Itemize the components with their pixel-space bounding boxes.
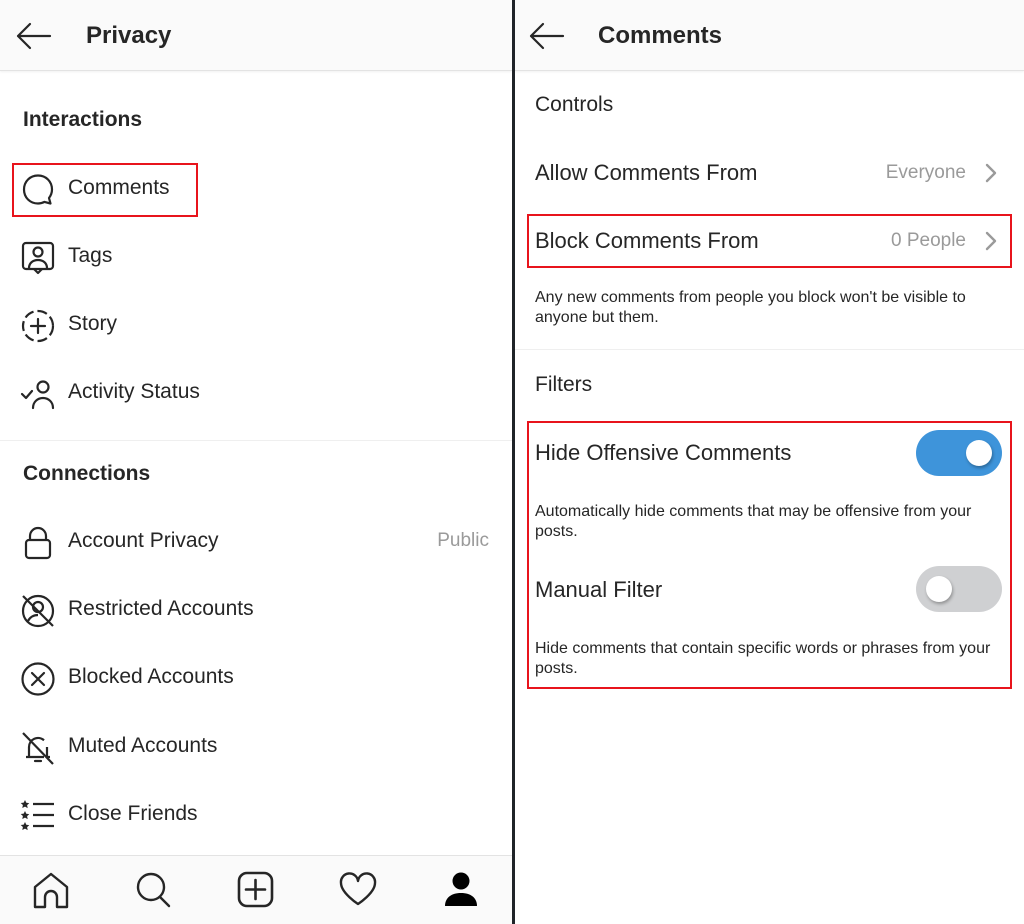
comments-screen: Comments Controls Allow Comments From Ev… [515,0,1024,924]
section-divider [515,349,1024,350]
row-label: Manual Filter [535,577,663,602]
toggle-knob [966,440,992,466]
menu-item-tags[interactable]: Tags [20,232,492,282]
comments-top-bar: Comments [515,0,1024,71]
section-title-connections: Connections [23,462,151,485]
home-icon [33,872,69,909]
nav-profile-button[interactable] [441,870,481,910]
page-title: Privacy [86,22,172,49]
row-label: Allow Comments From [535,160,758,185]
profile-icon [445,872,477,906]
bottom-navigation [0,855,512,924]
menu-item-label: Story [68,312,118,335]
menu-item-label: Blocked Accounts [68,665,234,688]
section-divider [0,440,512,441]
page-title: Comments [598,22,723,49]
blocked-icon [20,661,56,697]
section-title-controls: Controls [535,93,614,116]
muted-bell-icon [20,730,56,766]
privacy-screen: Privacy Interactions Comments Tags Story… [0,0,512,924]
arrow-left-icon [529,22,565,50]
restricted-icon [20,593,56,629]
row-label: Block Comments From [535,228,759,253]
menu-item-restricted-accounts[interactable]: Restricted Accounts [20,585,492,635]
arrow-left-icon [16,22,52,50]
menu-item-story[interactable]: Story [20,300,492,350]
menu-item-label: Close Friends [68,802,198,825]
manual-filter-toggle[interactable] [916,566,1002,612]
section-title-filters: Filters [535,373,593,396]
allow-comments-from-row[interactable]: Allow Comments From Everyone [527,147,1012,199]
comment-bubble-icon [20,172,56,208]
story-add-icon [20,308,56,344]
menu-item-comments[interactable]: Comments [20,164,492,214]
account-privacy-value: Public [437,530,489,551]
menu-item-label: Muted Accounts [68,734,218,757]
menu-item-label: Tags [68,244,113,267]
menu-item-close-friends[interactable]: Close Friends [20,790,492,840]
nav-home-button[interactable] [31,870,71,910]
heart-icon [339,872,377,906]
allow-comments-value: Everyone [885,162,966,183]
menu-item-blocked-accounts[interactable]: Blocked Accounts [20,653,492,703]
add-post-icon [237,871,274,908]
menu-item-label: Activity Status [68,380,200,403]
privacy-top-bar: Privacy [0,0,512,71]
hide-offensive-description: Automatically hide comments that may be … [535,503,972,540]
tag-person-icon [20,240,56,276]
close-friends-icon [20,798,56,834]
nav-new-post-button[interactable] [236,870,276,910]
toggle-knob [926,576,952,602]
block-comments-from-row[interactable]: Block Comments From 0 People [527,215,1012,267]
lock-icon [20,525,56,561]
activity-status-icon [20,376,56,412]
manual-filter-description: Hide comments that contain specific word… [535,640,991,677]
menu-item-account-privacy[interactable]: Account Privacy Public [20,517,492,567]
section-title-interactions: Interactions [23,108,143,131]
back-button[interactable] [527,20,567,52]
menu-item-muted-accounts[interactable]: Muted Accounts [20,722,492,772]
nav-search-button[interactable] [133,870,173,910]
search-icon [136,872,171,908]
back-button[interactable] [14,20,54,52]
nav-activity-button[interactable] [338,870,378,910]
hide-offensive-comments-toggle[interactable] [916,430,1002,476]
menu-item-label: Restricted Accounts [68,597,254,620]
menu-item-activity-status[interactable]: Activity Status [20,368,492,418]
menu-item-label: Comments [68,176,170,199]
chevron-right-icon [985,163,997,183]
block-comments-value: 0 People [890,230,966,251]
row-label: Hide Offensive Comments [535,440,792,465]
menu-item-label: Account Privacy [68,529,219,552]
block-comments-description: Any new comments from people you block w… [535,289,966,326]
chevron-right-icon [985,231,997,251]
